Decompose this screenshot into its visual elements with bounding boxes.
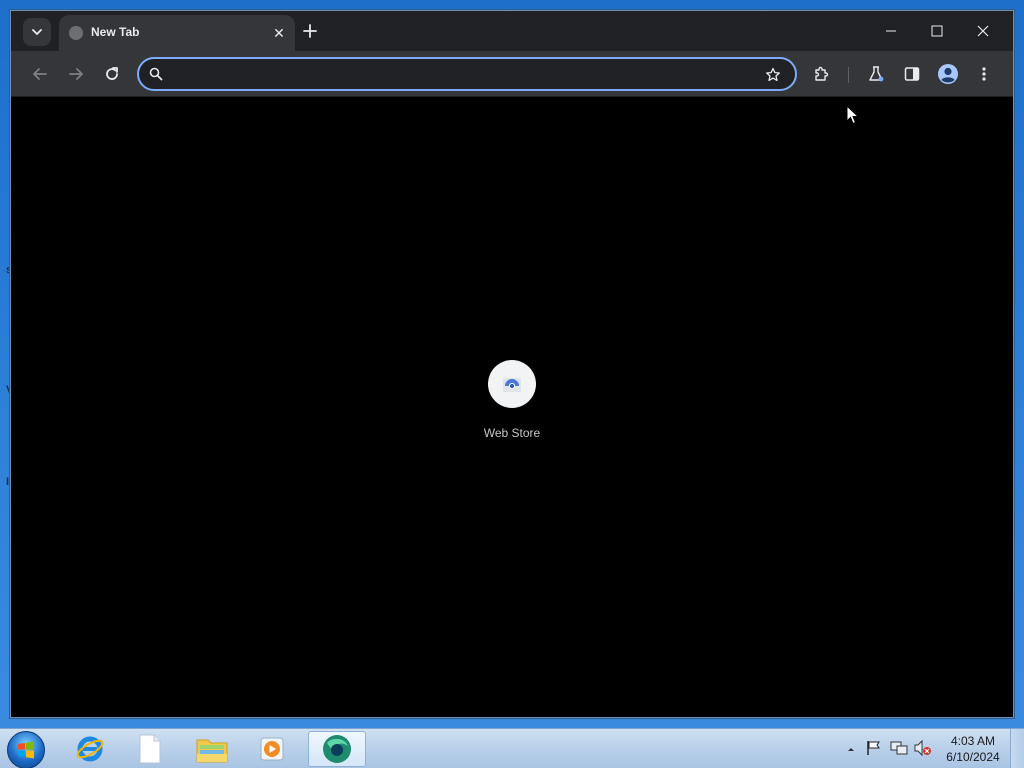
address-bar[interactable] — [137, 57, 797, 91]
maximize-button[interactable] — [917, 17, 957, 45]
maximize-icon — [931, 25, 943, 37]
extensions-button[interactable] — [809, 61, 835, 87]
clock-date: 6/10/2024 — [946, 750, 1000, 764]
search-icon — [149, 67, 163, 81]
forward-button[interactable] — [63, 61, 89, 87]
taskbar-media-player[interactable] — [246, 731, 298, 767]
close-window-button[interactable] — [963, 17, 1003, 45]
document-icon — [139, 734, 161, 764]
volume-muted-icon — [914, 739, 931, 757]
action-center-flag[interactable] — [866, 740, 882, 761]
shortcut-tile[interactable] — [488, 360, 536, 408]
media-player-icon — [260, 737, 284, 761]
arrow-right-icon — [69, 68, 83, 80]
folder-icon — [196, 739, 228, 763]
flask-icon — [869, 66, 884, 82]
profile-button[interactable] — [935, 61, 961, 87]
taskbar-file-explorer[interactable] — [186, 731, 238, 767]
globe-icon — [69, 26, 83, 40]
taskbar: 4:03 AM 6/10/2024 — [0, 728, 1024, 768]
network-tray-icon[interactable] — [890, 740, 908, 761]
back-button[interactable] — [27, 61, 53, 87]
flag-icon — [867, 741, 880, 755]
new-tab-page: Web Store — [17, 98, 1007, 712]
puzzle-piece-icon — [815, 66, 829, 81]
chevron-up-icon — [848, 748, 854, 751]
clock-time: 4:03 AM — [950, 734, 996, 748]
windows-logo-icon — [18, 741, 34, 759]
volume-tray-icon[interactable] — [914, 739, 932, 761]
side-panel-button[interactable] — [899, 61, 925, 87]
mouse-cursor-icon — [846, 105, 860, 125]
menu-button[interactable] — [971, 61, 997, 87]
reload-icon — [106, 67, 118, 80]
taskbar-internet-explorer[interactable] — [64, 731, 116, 767]
show-hidden-icons-button[interactable] — [846, 741, 856, 759]
chevron-down-icon — [32, 29, 42, 35]
tab-new-tab[interactable]: New Tab ✕ — [59, 15, 295, 51]
start-button[interactable] — [7, 731, 45, 768]
network-icon — [890, 741, 908, 755]
system-clock[interactable]: 4:03 AM 6/10/2024 — [938, 733, 1008, 765]
show-desktop-button[interactable] — [1010, 729, 1024, 768]
address-input[interactable] — [173, 63, 753, 85]
bookmark-star-button[interactable] — [763, 65, 783, 85]
labs-button[interactable] — [863, 61, 889, 87]
web-store-icon — [503, 378, 521, 392]
toolbar-separator — [848, 67, 849, 83]
shortcut-web-store[interactable]: Web Store — [462, 360, 562, 450]
browser-icon — [323, 735, 351, 763]
tab-close-icon[interactable]: ✕ — [269, 23, 289, 43]
desktop-edge-glyph: I — [6, 476, 10, 488]
new-tab-button[interactable] — [299, 20, 321, 42]
internet-explorer-icon — [76, 736, 104, 762]
arrow-left-icon — [33, 68, 47, 80]
side-panel-icon — [904, 67, 920, 81]
reload-button[interactable] — [99, 61, 125, 87]
minimize-icon — [886, 30, 896, 32]
plus-icon — [303, 24, 317, 38]
avatar-icon — [938, 64, 958, 84]
browser-window: New Tab ✕ Web Store — [10, 10, 1014, 718]
shortcut-label: Web Store — [483, 426, 541, 440]
browser-toolbar — [11, 51, 1013, 97]
close-icon — [977, 25, 989, 37]
tab-strip: New Tab ✕ — [11, 11, 1013, 51]
minimize-button[interactable] — [871, 17, 911, 45]
more-vertical-icon — [982, 67, 986, 81]
tab-search-button[interactable] — [23, 18, 51, 46]
taskbar-browser[interactable] — [308, 731, 366, 767]
taskbar-document[interactable] — [124, 731, 176, 767]
star-icon — [766, 67, 780, 82]
tab-title: New Tab — [91, 25, 140, 39]
